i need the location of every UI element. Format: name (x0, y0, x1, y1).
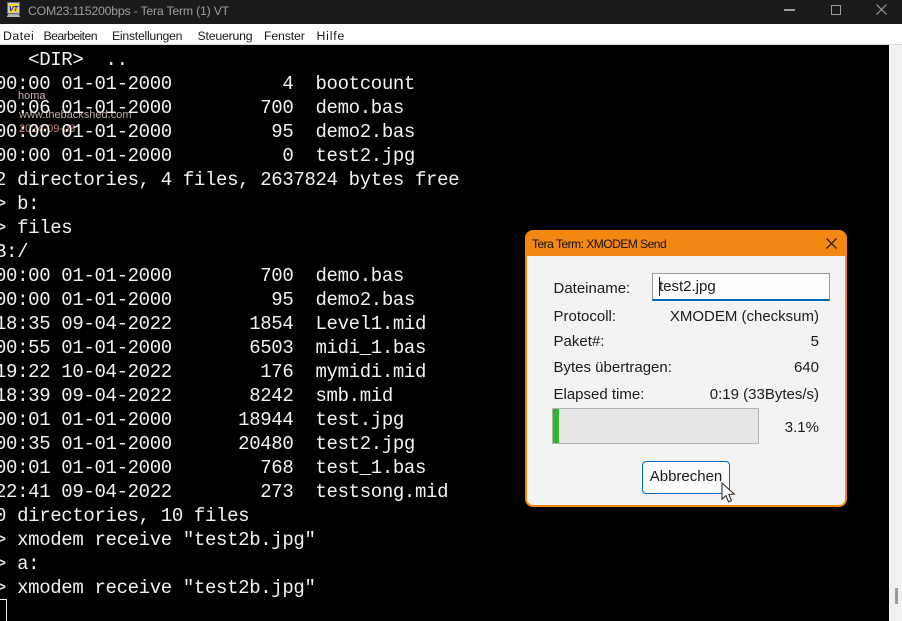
svg-text:VT: VT (9, 6, 19, 13)
